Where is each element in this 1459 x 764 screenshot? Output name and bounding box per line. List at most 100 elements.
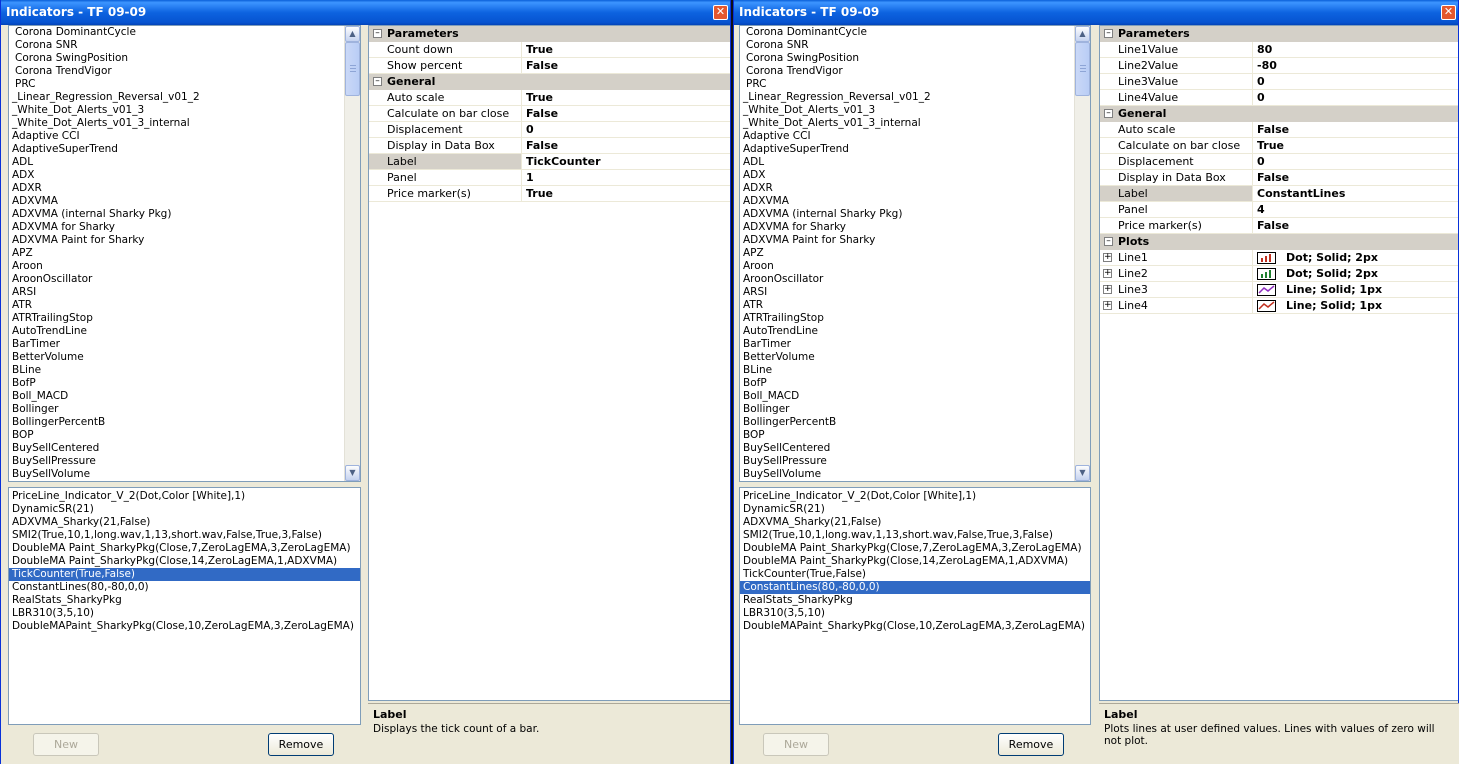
property-row[interactable]: Auto scale True xyxy=(369,90,730,106)
list-item[interactable]: PRC xyxy=(740,78,1090,91)
list-item[interactable]: BollingerPercentB xyxy=(9,416,360,429)
new-button[interactable]: New xyxy=(33,733,99,756)
property-value[interactable]: 0 xyxy=(1253,74,1265,89)
close-icon[interactable]: ✕ xyxy=(713,5,728,20)
property-row[interactable]: Price marker(s) False xyxy=(1100,218,1458,234)
list-item[interactable]: ADL xyxy=(9,156,360,169)
list-item[interactable]: Corona TrendVigor xyxy=(9,65,360,78)
list-item[interactable]: ADXVMA Paint for Sharky xyxy=(9,234,360,247)
list-item[interactable]: Corona DominantCycle xyxy=(9,26,360,39)
property-value[interactable]: False xyxy=(1253,170,1289,185)
expand-icon[interactable]: + xyxy=(1103,301,1112,310)
scroll-down-icon[interactable]: ▼ xyxy=(1075,465,1090,481)
property-value[interactable]: True xyxy=(1253,138,1284,153)
collapse-icon[interactable]: – xyxy=(373,29,382,38)
list-item[interactable]: Aroon xyxy=(740,260,1090,273)
applied-indicators-list[interactable]: PriceLine_Indicator_V_2(Dot,Color [White… xyxy=(8,487,361,725)
scroll-thumb[interactable] xyxy=(1075,42,1090,96)
property-row[interactable]: + Line2 Dot; Solid; 2px xyxy=(1100,266,1458,282)
list-item[interactable]: AroonOscillator xyxy=(9,273,360,286)
property-row[interactable]: Displacement 0 xyxy=(369,122,730,138)
list-item[interactable]: Corona SNR xyxy=(740,39,1090,52)
list-item[interactable]: DynamicSR(21) xyxy=(9,503,360,516)
list-scrollbar[interactable]: ▲ ▼ xyxy=(1074,26,1090,481)
property-value[interactable]: 1 xyxy=(522,170,534,185)
list-item[interactable]: Bollinger xyxy=(9,403,360,416)
property-value[interactable]: False xyxy=(522,106,558,121)
list-item[interactable]: ATR xyxy=(9,299,360,312)
list-item[interactable]: AdaptiveSuperTrend xyxy=(740,143,1090,156)
list-item[interactable]: ConstantLines(80,-80,0,0) xyxy=(740,581,1090,594)
list-item[interactable]: BuySellVolume xyxy=(740,468,1090,481)
property-value[interactable]: ConstantLines xyxy=(1253,186,1345,201)
property-row[interactable]: Count down True xyxy=(369,42,730,58)
list-item[interactable]: ARSI xyxy=(740,286,1090,299)
property-row[interactable]: Displacement 0 xyxy=(1100,154,1458,170)
new-button[interactable]: New xyxy=(763,733,829,756)
property-value[interactable]: Line; Solid; 1px xyxy=(1253,282,1382,297)
list-item[interactable]: SMI2(True,10,1,long.wav,1,13,short.wav,F… xyxy=(740,529,1090,542)
property-row[interactable]: Display in Data Box False xyxy=(1100,170,1458,186)
list-item[interactable]: BofP xyxy=(9,377,360,390)
list-item[interactable]: _White_Dot_Alerts_v01_3_internal xyxy=(9,117,360,130)
property-value[interactable]: True xyxy=(522,90,553,105)
property-row[interactable]: Calculate on bar close True xyxy=(1100,138,1458,154)
category-general[interactable]: – General xyxy=(369,74,730,90)
list-item[interactable]: Corona DominantCycle xyxy=(740,26,1090,39)
collapse-icon[interactable]: – xyxy=(1104,237,1113,246)
list-item[interactable]: Boll_MACD xyxy=(740,390,1090,403)
list-scrollbar[interactable]: ▲ ▼ xyxy=(344,26,360,481)
list-item[interactable]: ADXVMA (internal Sharky Pkg) xyxy=(9,208,360,221)
list-item[interactable]: BarTimer xyxy=(9,338,360,351)
list-item[interactable]: PRC xyxy=(9,78,360,91)
list-item[interactable]: Corona TrendVigor xyxy=(740,65,1090,78)
list-item[interactable]: ATR xyxy=(740,299,1090,312)
scroll-up-icon[interactable]: ▲ xyxy=(1075,26,1090,42)
list-item[interactable]: DoubleMAPaint_SharkyPkg(Close,10,ZeroLag… xyxy=(9,620,360,633)
property-row[interactable]: Display in Data Box False xyxy=(369,138,730,154)
property-value[interactable]: TickCounter xyxy=(522,154,601,169)
property-value[interactable]: True xyxy=(522,42,553,57)
title-bar[interactable]: Indicators - TF 09-09 ✕ xyxy=(1,0,730,25)
property-row[interactable]: Panel 4 xyxy=(1100,202,1458,218)
list-item[interactable]: Bollinger xyxy=(740,403,1090,416)
list-item[interactable]: AroonOscillator xyxy=(740,273,1090,286)
property-value[interactable]: 0 xyxy=(522,122,534,137)
list-item[interactable]: ADXVMA for Sharky xyxy=(9,221,360,234)
list-item[interactable]: DoubleMA Paint_SharkyPkg(Close,7,ZeroLag… xyxy=(740,542,1090,555)
collapse-icon[interactable]: – xyxy=(1104,29,1113,38)
property-row[interactable]: Label ConstantLines xyxy=(1100,186,1458,202)
expand-icon[interactable]: + xyxy=(1103,253,1112,262)
list-item[interactable]: BuySellVolume xyxy=(9,468,360,481)
indicator-list[interactable]: Corona DominantCycle Corona SNR Corona Swi… xyxy=(8,25,361,482)
list-item[interactable]: ADXVMA for Sharky xyxy=(740,221,1090,234)
list-item[interactable]: ADXR xyxy=(740,182,1090,195)
list-item[interactable]: BollingerPercentB xyxy=(740,416,1090,429)
list-item[interactable]: AutoTrendLine xyxy=(9,325,360,338)
property-value[interactable]: -80 xyxy=(1253,58,1277,73)
list-item[interactable]: APZ xyxy=(740,247,1090,260)
remove-button[interactable]: Remove xyxy=(268,733,334,756)
list-item[interactable]: BLine xyxy=(9,364,360,377)
list-item[interactable]: BuySellCentered xyxy=(9,442,360,455)
list-item[interactable]: ARSI xyxy=(9,286,360,299)
list-item[interactable]: Corona SwingPosition xyxy=(740,52,1090,65)
list-item[interactable]: ADXVMA xyxy=(9,195,360,208)
property-row[interactable]: Show percent False xyxy=(369,58,730,74)
expand-icon[interactable]: + xyxy=(1103,269,1112,278)
list-item[interactable]: BuySellCentered xyxy=(740,442,1090,455)
collapse-icon[interactable]: – xyxy=(373,77,382,86)
category-general[interactable]: – General xyxy=(1100,106,1458,122)
property-row[interactable]: Line2Value -80 xyxy=(1100,58,1458,74)
applied-indicators-list[interactable]: PriceLine_Indicator_V_2(Dot,Color [White… xyxy=(739,487,1091,725)
list-item[interactable]: ConstantLines(80,-80,0,0) xyxy=(9,581,360,594)
list-item[interactable]: PriceLine_Indicator_V_2(Dot,Color [White… xyxy=(9,490,360,503)
list-item[interactable]: ADXVMA Paint for Sharky xyxy=(740,234,1090,247)
category-plots[interactable]: – Plots xyxy=(1100,234,1458,250)
list-item[interactable]: BuySellPressure xyxy=(9,455,360,468)
list-item[interactable]: _White_Dot_Alerts_v01_3_internal xyxy=(740,117,1090,130)
scroll-up-icon[interactable]: ▲ xyxy=(345,26,360,42)
property-row[interactable]: + Line1 Dot; Solid; 2px xyxy=(1100,250,1458,266)
list-item[interactable]: ADX xyxy=(9,169,360,182)
list-item[interactable]: DynamicSR(21) xyxy=(740,503,1090,516)
